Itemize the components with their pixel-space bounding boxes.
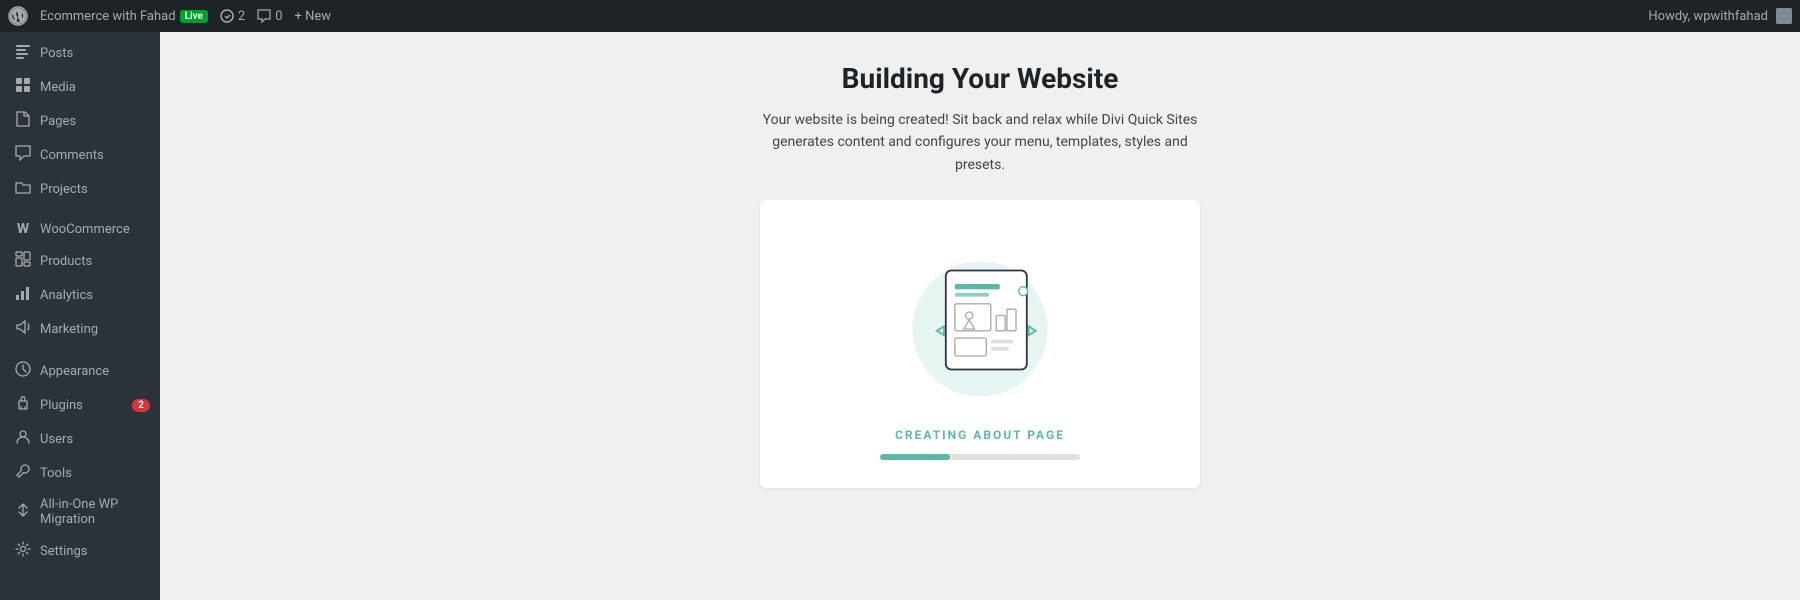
comments-icon	[14, 145, 32, 165]
sidebar-item-woocommerce[interactable]: W WooCommerce	[0, 214, 160, 244]
sidebar-divider-2	[0, 346, 160, 354]
sidebar-item-appearance[interactable]: Appearance	[0, 354, 160, 388]
sidebar-woocommerce-label: WooCommerce	[40, 222, 150, 237]
sidebar-item-marketing[interactable]: Marketing	[0, 312, 160, 346]
sidebar-comments-label: Comments	[40, 148, 150, 163]
building-card: CREATING ABOUT PAGE	[760, 200, 1200, 488]
sidebar-item-plugins[interactable]: Plugins 2	[0, 388, 160, 422]
wp-logo-icon[interactable]	[8, 6, 28, 26]
comments-item[interactable]: 0	[257, 9, 282, 24]
tools-icon	[14, 463, 32, 483]
howdy-text: Howdy, wpwithfahad	[1648, 9, 1768, 24]
main-content: Building Your Website Your website is be…	[160, 32, 1800, 600]
woocommerce-icon: W	[14, 221, 32, 237]
products-icon	[14, 251, 32, 271]
sidebar-item-posts[interactable]: Posts	[0, 36, 160, 70]
main-layout: Posts Media Pages Comments Projects	[0, 32, 1800, 600]
creating-label: CREATING ABOUT PAGE	[895, 428, 1065, 442]
users-icon	[14, 429, 32, 449]
sidebar-item-projects[interactable]: Projects	[0, 172, 160, 206]
updates-item[interactable]: 2	[220, 9, 245, 24]
sidebar-plugins-label: Plugins	[40, 398, 124, 413]
sidebar-marketing-label: Marketing	[40, 322, 150, 337]
migration-icon	[14, 502, 32, 522]
pages-icon	[14, 111, 32, 131]
sidebar-migration-label: All-in-One WP Migration	[40, 497, 150, 527]
sidebar-tools-label: Tools	[40, 466, 150, 481]
progress-bar-track	[880, 454, 1080, 460]
sidebar-item-pages[interactable]: Pages	[0, 104, 160, 138]
sidebar-media-label: Media	[40, 80, 150, 95]
page-subtitle: Your website is being created! Sit back …	[763, 109, 1198, 176]
updates-count: 2	[238, 9, 245, 24]
plugins-icon	[14, 395, 32, 415]
page-title: Building Your Website	[842, 62, 1119, 95]
sidebar-item-analytics[interactable]: Analytics	[0, 278, 160, 312]
settings-icon	[14, 541, 32, 561]
sidebar-item-aio-migration[interactable]: All-in-One WP Migration	[0, 490, 160, 534]
user-avatar[interactable]	[1776, 8, 1792, 24]
site-name[interactable]: Ecommerce with Fahad Live	[40, 9, 208, 24]
admin-bar-right: Howdy, wpwithfahad	[1648, 8, 1792, 24]
sidebar: Posts Media Pages Comments Projects	[0, 32, 160, 600]
plugins-badge: 2	[132, 399, 150, 412]
sidebar-posts-label: Posts	[40, 46, 150, 61]
sidebar-analytics-label: Analytics	[40, 288, 150, 303]
sidebar-item-tools[interactable]: Tools	[0, 456, 160, 490]
analytics-icon	[14, 285, 32, 305]
appearance-icon	[14, 361, 32, 381]
new-item[interactable]: + New	[295, 9, 332, 24]
admin-bar: Ecommerce with Fahad Live 2 0 + New Howd…	[0, 0, 1800, 32]
illustration	[890, 230, 1070, 410]
posts-icon	[14, 43, 32, 63]
sidebar-settings-label: Settings	[40, 544, 150, 559]
progress-bar-fill	[880, 454, 950, 460]
sidebar-products-label: Products	[40, 254, 150, 269]
sidebar-item-comments[interactable]: Comments	[0, 138, 160, 172]
sidebar-item-products[interactable]: Products	[0, 244, 160, 278]
new-label: + New	[295, 9, 332, 24]
live-badge: Live	[180, 10, 208, 23]
sidebar-item-media[interactable]: Media	[0, 70, 160, 104]
marketing-icon	[14, 319, 32, 339]
sidebar-projects-label: Projects	[40, 182, 150, 197]
sidebar-item-users[interactable]: Users	[0, 422, 160, 456]
sidebar-divider-1	[0, 206, 160, 214]
comments-count: 0	[275, 9, 282, 24]
sidebar-users-label: Users	[40, 432, 150, 447]
sidebar-item-settings[interactable]: Settings	[0, 534, 160, 568]
media-icon	[14, 77, 32, 97]
building-wrapper: Building Your Website Your website is be…	[530, 62, 1430, 488]
site-name-label: Ecommerce with Fahad	[40, 9, 176, 24]
projects-icon	[14, 179, 32, 199]
sidebar-appearance-label: Appearance	[40, 364, 150, 379]
sidebar-pages-label: Pages	[40, 114, 150, 129]
